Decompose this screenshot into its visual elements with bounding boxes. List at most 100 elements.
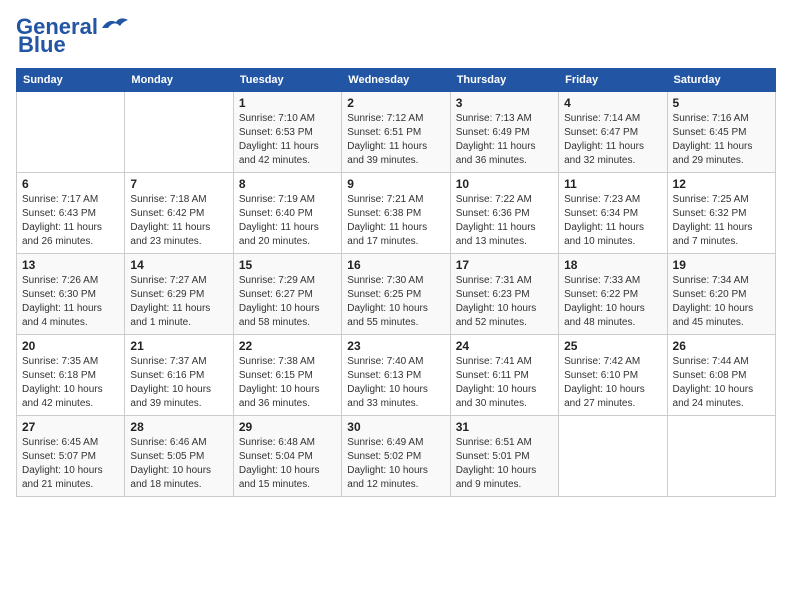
header-cell-sunday: Sunday [17, 69, 125, 92]
day-cell: 16 Sunrise: 7:30 AM Sunset: 6:25 PM Dayli… [342, 254, 450, 335]
day-cell: 22 Sunrise: 7:38 AM Sunset: 6:15 PM Dayli… [233, 335, 341, 416]
day-cell: 30 Sunrise: 6:49 AM Sunset: 5:02 PM Dayli… [342, 416, 450, 497]
day-number: 18 [564, 258, 661, 272]
day-info: Sunrise: 7:13 AM Sunset: 6:49 PM Dayligh… [456, 112, 553, 168]
day-cell: 21Sunrise: 7:37 AM Sunset: 6:16 PM Dayli… [125, 335, 233, 416]
day-number: 4 [564, 96, 661, 110]
day-number: 21 [130, 339, 227, 353]
week-row-3: 13 Sunrise: 7:26 AM Sunset: 6:30 PM Dayli… [17, 254, 776, 335]
week-row-5: 27 Sunrise: 6:45 AM Sunset: 5:07 PM Dayli… [17, 416, 776, 497]
day-cell: 18Sunrise: 7:33 AM Sunset: 6:22 PM Dayli… [559, 254, 667, 335]
day-cell: 12 Sunrise: 7:25 AM Sunset: 6:32 PM Dayli… [667, 173, 775, 254]
day-cell: 2 Sunrise: 7:12 AM Sunset: 6:51 PM Daylig… [342, 92, 450, 173]
day-number: 22 [239, 339, 336, 353]
day-number: 16 [347, 258, 444, 272]
day-number: 23 [347, 339, 444, 353]
day-info: Sunrise: 7:19 AM Sunset: 6:40 PM Dayligh… [239, 193, 336, 249]
day-cell: 5Sunrise: 7:16 AM Sunset: 6:45 PM Daylig… [667, 92, 775, 173]
day-cell: 24 Sunrise: 7:41 AM Sunset: 6:11 PM Dayli… [450, 335, 558, 416]
day-info: Sunrise: 7:23 AM Sunset: 6:34 PM Dayligh… [564, 193, 661, 249]
day-info: Sunrise: 6:48 AM Sunset: 5:04 PM Dayligh… [239, 436, 336, 492]
day-number: 19 [673, 258, 770, 272]
day-number: 12 [673, 177, 770, 191]
day-cell: 7 Sunrise: 7:18 AM Sunset: 6:42 PM Daylig… [125, 173, 233, 254]
day-info: Sunrise: 7:41 AM Sunset: 6:11 PM Dayligh… [456, 355, 553, 411]
week-row-2: 6 Sunrise: 7:17 AM Sunset: 6:43 PM Daylig… [17, 173, 776, 254]
day-info: Sunrise: 7:34 AM Sunset: 6:20 PM Dayligh… [673, 274, 770, 330]
day-cell [17, 92, 125, 173]
day-number: 28 [130, 420, 227, 434]
day-number: 29 [239, 420, 336, 434]
week-row-1: 1 Sunrise: 7:10 AM Sunset: 6:53 PM Daylig… [17, 92, 776, 173]
day-info: Sunrise: 7:29 AM Sunset: 6:27 PM Dayligh… [239, 274, 336, 330]
day-cell: 19 Sunrise: 7:34 AM Sunset: 6:20 PM Dayli… [667, 254, 775, 335]
day-cell: 31Sunrise: 6:51 AM Sunset: 5:01 PM Dayli… [450, 416, 558, 497]
day-number: 3 [456, 96, 553, 110]
day-cell: 28 Sunrise: 6:46 AM Sunset: 5:05 PM Dayli… [125, 416, 233, 497]
day-cell: 8 Sunrise: 7:19 AM Sunset: 6:40 PM Daylig… [233, 173, 341, 254]
day-cell [559, 416, 667, 497]
day-number: 10 [456, 177, 553, 191]
day-cell: 3 Sunrise: 7:13 AM Sunset: 6:49 PM Daylig… [450, 92, 558, 173]
day-number: 6 [22, 177, 119, 191]
day-number: 8 [239, 177, 336, 191]
day-info: Sunrise: 6:46 AM Sunset: 5:05 PM Dayligh… [130, 436, 227, 492]
day-info: Sunrise: 7:25 AM Sunset: 6:32 PM Dayligh… [673, 193, 770, 249]
day-info: Sunrise: 7:27 AM Sunset: 6:29 PM Dayligh… [130, 274, 227, 330]
day-info: Sunrise: 7:22 AM Sunset: 6:36 PM Dayligh… [456, 193, 553, 249]
header-cell-saturday: Saturday [667, 69, 775, 92]
day-info: Sunrise: 7:21 AM Sunset: 6:38 PM Dayligh… [347, 193, 444, 249]
day-cell: 6 Sunrise: 7:17 AM Sunset: 6:43 PM Daylig… [17, 173, 125, 254]
day-info: Sunrise: 7:18 AM Sunset: 6:42 PM Dayligh… [130, 193, 227, 249]
day-cell: 25Sunrise: 7:42 AM Sunset: 6:10 PM Dayli… [559, 335, 667, 416]
day-number: 13 [22, 258, 119, 272]
day-info: Sunrise: 7:16 AM Sunset: 6:45 PM Dayligh… [673, 112, 770, 168]
day-info: Sunrise: 7:35 AM Sunset: 6:18 PM Dayligh… [22, 355, 119, 411]
day-cell: 14 Sunrise: 7:27 AM Sunset: 6:29 PM Dayli… [125, 254, 233, 335]
day-cell: 9Sunrise: 7:21 AM Sunset: 6:38 PM Daylig… [342, 173, 450, 254]
header-cell-monday: Monday [125, 69, 233, 92]
day-number: 7 [130, 177, 227, 191]
day-cell: 29 Sunrise: 6:48 AM Sunset: 5:04 PM Dayli… [233, 416, 341, 497]
day-cell: 17Sunrise: 7:31 AM Sunset: 6:23 PM Dayli… [450, 254, 558, 335]
day-info: Sunrise: 7:26 AM Sunset: 6:30 PM Dayligh… [22, 274, 119, 330]
day-info: Sunrise: 7:14 AM Sunset: 6:47 PM Dayligh… [564, 112, 661, 168]
day-number: 14 [130, 258, 227, 272]
day-cell [125, 92, 233, 173]
day-cell: 13 Sunrise: 7:26 AM Sunset: 6:30 PM Dayli… [17, 254, 125, 335]
day-number: 1 [239, 96, 336, 110]
day-cell: 10 Sunrise: 7:22 AM Sunset: 6:36 PM Dayli… [450, 173, 558, 254]
page-header: General Blue [16, 16, 776, 56]
day-number: 27 [22, 420, 119, 434]
day-number: 24 [456, 339, 553, 353]
logo-blue: Blue [18, 34, 66, 56]
header-cell-tuesday: Tuesday [233, 69, 341, 92]
day-cell: 4 Sunrise: 7:14 AM Sunset: 6:47 PM Daylig… [559, 92, 667, 173]
day-info: Sunrise: 7:30 AM Sunset: 6:25 PM Dayligh… [347, 274, 444, 330]
day-info: Sunrise: 7:40 AM Sunset: 6:13 PM Dayligh… [347, 355, 444, 411]
week-row-4: 20Sunrise: 7:35 AM Sunset: 6:18 PM Dayli… [17, 335, 776, 416]
day-cell: 1 Sunrise: 7:10 AM Sunset: 6:53 PM Daylig… [233, 92, 341, 173]
day-number: 2 [347, 96, 444, 110]
day-info: Sunrise: 7:17 AM Sunset: 6:43 PM Dayligh… [22, 193, 119, 249]
logo: General Blue [16, 16, 130, 56]
day-number: 17 [456, 258, 553, 272]
day-cell: 26Sunrise: 7:44 AM Sunset: 6:08 PM Dayli… [667, 335, 775, 416]
header-cell-friday: Friday [559, 69, 667, 92]
day-cell: 20Sunrise: 7:35 AM Sunset: 6:18 PM Dayli… [17, 335, 125, 416]
day-info: Sunrise: 7:10 AM Sunset: 6:53 PM Dayligh… [239, 112, 336, 168]
day-info: Sunrise: 6:49 AM Sunset: 5:02 PM Dayligh… [347, 436, 444, 492]
day-number: 30 [347, 420, 444, 434]
day-info: Sunrise: 7:38 AM Sunset: 6:15 PM Dayligh… [239, 355, 336, 411]
day-info: Sunrise: 6:45 AM Sunset: 5:07 PM Dayligh… [22, 436, 119, 492]
day-cell [667, 416, 775, 497]
calendar-table: SundayMondayTuesdayWednesdayThursdayFrid… [16, 68, 776, 497]
day-number: 15 [239, 258, 336, 272]
day-cell: 15 Sunrise: 7:29 AM Sunset: 6:27 PM Dayli… [233, 254, 341, 335]
day-info: Sunrise: 7:12 AM Sunset: 6:51 PM Dayligh… [347, 112, 444, 168]
header-cell-thursday: Thursday [450, 69, 558, 92]
logo-bird-icon [100, 14, 130, 36]
day-number: 31 [456, 420, 553, 434]
header-row: SundayMondayTuesdayWednesdayThursdayFrid… [17, 69, 776, 92]
day-cell: 23 Sunrise: 7:40 AM Sunset: 6:13 PM Dayli… [342, 335, 450, 416]
